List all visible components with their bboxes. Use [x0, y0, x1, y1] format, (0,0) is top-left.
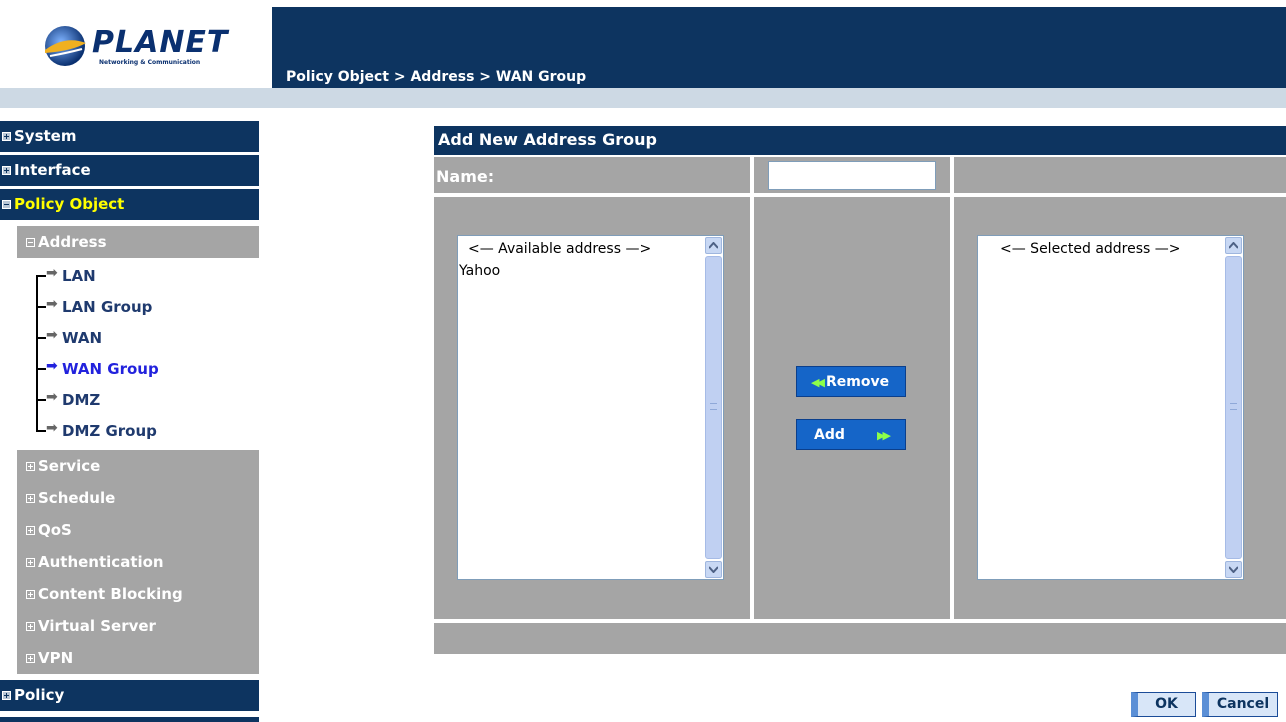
page-header: PLANET Networking & Communication Policy…: [0, 0, 1286, 88]
expand-box-icon: [26, 494, 35, 503]
panel-title: Add New Address Group: [438, 130, 657, 149]
sidebar-item-interface[interactable]: Interface: [0, 155, 259, 186]
tree-stub: [36, 337, 46, 339]
arrow-right-icon: ➡: [46, 389, 58, 405]
sidebar-subitem-label: QoS: [38, 521, 72, 539]
cancel-button[interactable]: Cancel: [1202, 692, 1278, 717]
tree-connector-line: [36, 277, 38, 430]
scroll-thumb[interactable]: [1225, 256, 1242, 559]
logo-tagline: Networking & Communication: [99, 59, 201, 66]
add-button-label: Add: [814, 427, 845, 443]
selected-address-list[interactable]: <— Selected address —>: [977, 235, 1244, 580]
expand-box-icon: [26, 622, 35, 631]
sidebar-subitem-qos[interactable]: QoS: [17, 514, 259, 546]
panel-footer-bar: [434, 623, 1286, 654]
sidebar-item-policy[interactable]: Policy: [0, 680, 259, 711]
sidebar-item-policy-object[interactable]: Policy Object: [0, 189, 259, 220]
available-address-list[interactable]: <— Available address —> Yahoo: [457, 235, 724, 580]
logo-name: PLANET: [92, 25, 229, 60]
logo-area: PLANET Networking & Communication: [0, 7, 272, 88]
header-substrip: [0, 88, 1286, 108]
sidebar-item-next[interactable]: [0, 717, 259, 722]
scroll-up-icon[interactable]: [1225, 237, 1242, 254]
add-button[interactable]: Add ▶▶: [796, 419, 906, 450]
sidebar-leaf-label: LAN: [62, 267, 96, 285]
sidebar-subitem-label: Service: [38, 457, 101, 475]
expand-box-icon: [26, 462, 35, 471]
tree-stub: [36, 368, 46, 370]
sidebar-subitem-label: VPN: [38, 649, 74, 667]
sidebar-leaf-label: WAN Group: [62, 360, 159, 378]
tree-stub: [36, 306, 46, 308]
sidebar-subitem-service[interactable]: Service: [17, 450, 259, 482]
list-item[interactable]: Yahoo: [459, 263, 500, 279]
tree-stub: [36, 430, 46, 432]
remove-button-label: Remove: [826, 374, 890, 390]
arrow-right-icon: ➡: [46, 296, 58, 312]
arrow-right-icon: ➡: [46, 420, 58, 436]
sidebar-subitem-label: Virtual Server: [38, 617, 156, 635]
expand-box-icon: [2, 132, 11, 141]
header-banner: Policy Object > Address > WAN Group: [272, 7, 1286, 88]
sidebar-item-label: Policy: [14, 686, 65, 704]
ok-button[interactable]: OK: [1131, 692, 1196, 717]
scroll-up-icon[interactable]: [705, 237, 722, 254]
sidebar-subitem-vpn[interactable]: VPN: [17, 642, 259, 674]
selected-list-header: <— Selected address —>: [1000, 241, 1181, 257]
collapse-box-icon: [2, 200, 11, 209]
expand-box-icon: [2, 166, 11, 175]
sidebar-item-label: System: [14, 127, 77, 145]
arrow-right-icon: ➡: [46, 358, 58, 374]
buttons-cell: [754, 197, 950, 619]
sidebar-subitem-virtual-server[interactable]: Virtual Server: [17, 610, 259, 642]
double-chevron-right-icon: ▶▶: [877, 429, 891, 442]
sidebar-subitem-label: Authentication: [38, 553, 164, 571]
available-list-scrollbar[interactable]: [704, 236, 723, 579]
breadcrumb: Policy Object > Address > WAN Group: [286, 69, 587, 85]
selected-list-scrollbar[interactable]: [1224, 236, 1243, 579]
sidebar-leaf-label: DMZ Group: [62, 422, 157, 440]
tree-stub: [36, 399, 46, 401]
collapse-box-icon: [26, 238, 35, 247]
expand-box-icon: [2, 691, 11, 700]
name-spacer-cell: [954, 157, 1286, 193]
name-field[interactable]: [768, 161, 936, 190]
expand-box-icon: [26, 558, 35, 567]
expand-box-icon: [26, 526, 35, 535]
sidebar-subitem-authentication[interactable]: Authentication: [17, 546, 259, 578]
double-chevron-left-icon: ◀◀: [811, 376, 825, 389]
arrow-right-icon: ➡: [46, 327, 58, 343]
arrow-right-icon: ➡: [46, 265, 58, 281]
sidebar-subitem-address[interactable]: Address: [17, 226, 259, 258]
sidebar-leaf-label: DMZ: [62, 391, 101, 409]
sidebar-subitem-label: Content Blocking: [38, 585, 183, 603]
sidebar-item-label: Policy Object: [14, 195, 125, 213]
remove-button[interactable]: ◀◀ Remove: [796, 366, 906, 397]
top-strip: [0, 0, 1286, 7]
sidebar-subitem-schedule[interactable]: Schedule: [17, 482, 259, 514]
sidebar-subitem-label: Schedule: [38, 489, 116, 507]
tree-stub: [36, 275, 46, 277]
available-list-header: <— Available address —>: [468, 241, 652, 257]
name-label: Name:: [436, 167, 495, 186]
panel-title-bar: Add New Address Group: [434, 126, 1286, 155]
scroll-down-icon[interactable]: [705, 561, 722, 578]
sidebar-nav: System Interface Policy Object Address ➡…: [0, 121, 260, 722]
sidebar-leaf-label: LAN Group: [62, 298, 153, 316]
scroll-thumb[interactable]: [705, 256, 722, 559]
planet-logo: PLANET Networking & Communication: [42, 23, 242, 69]
planet-logo-icon: [45, 26, 86, 66]
expand-box-icon: [26, 654, 35, 663]
sidebar-subitem-label: Address: [38, 233, 107, 251]
sidebar-subitem-content-blocking[interactable]: Content Blocking: [17, 578, 259, 610]
sidebar-item-system[interactable]: System: [0, 121, 259, 152]
scroll-down-icon[interactable]: [1225, 561, 1242, 578]
sidebar-leaf-label: WAN: [62, 329, 103, 347]
expand-box-icon: [26, 590, 35, 599]
sidebar-item-label: Interface: [14, 161, 91, 179]
